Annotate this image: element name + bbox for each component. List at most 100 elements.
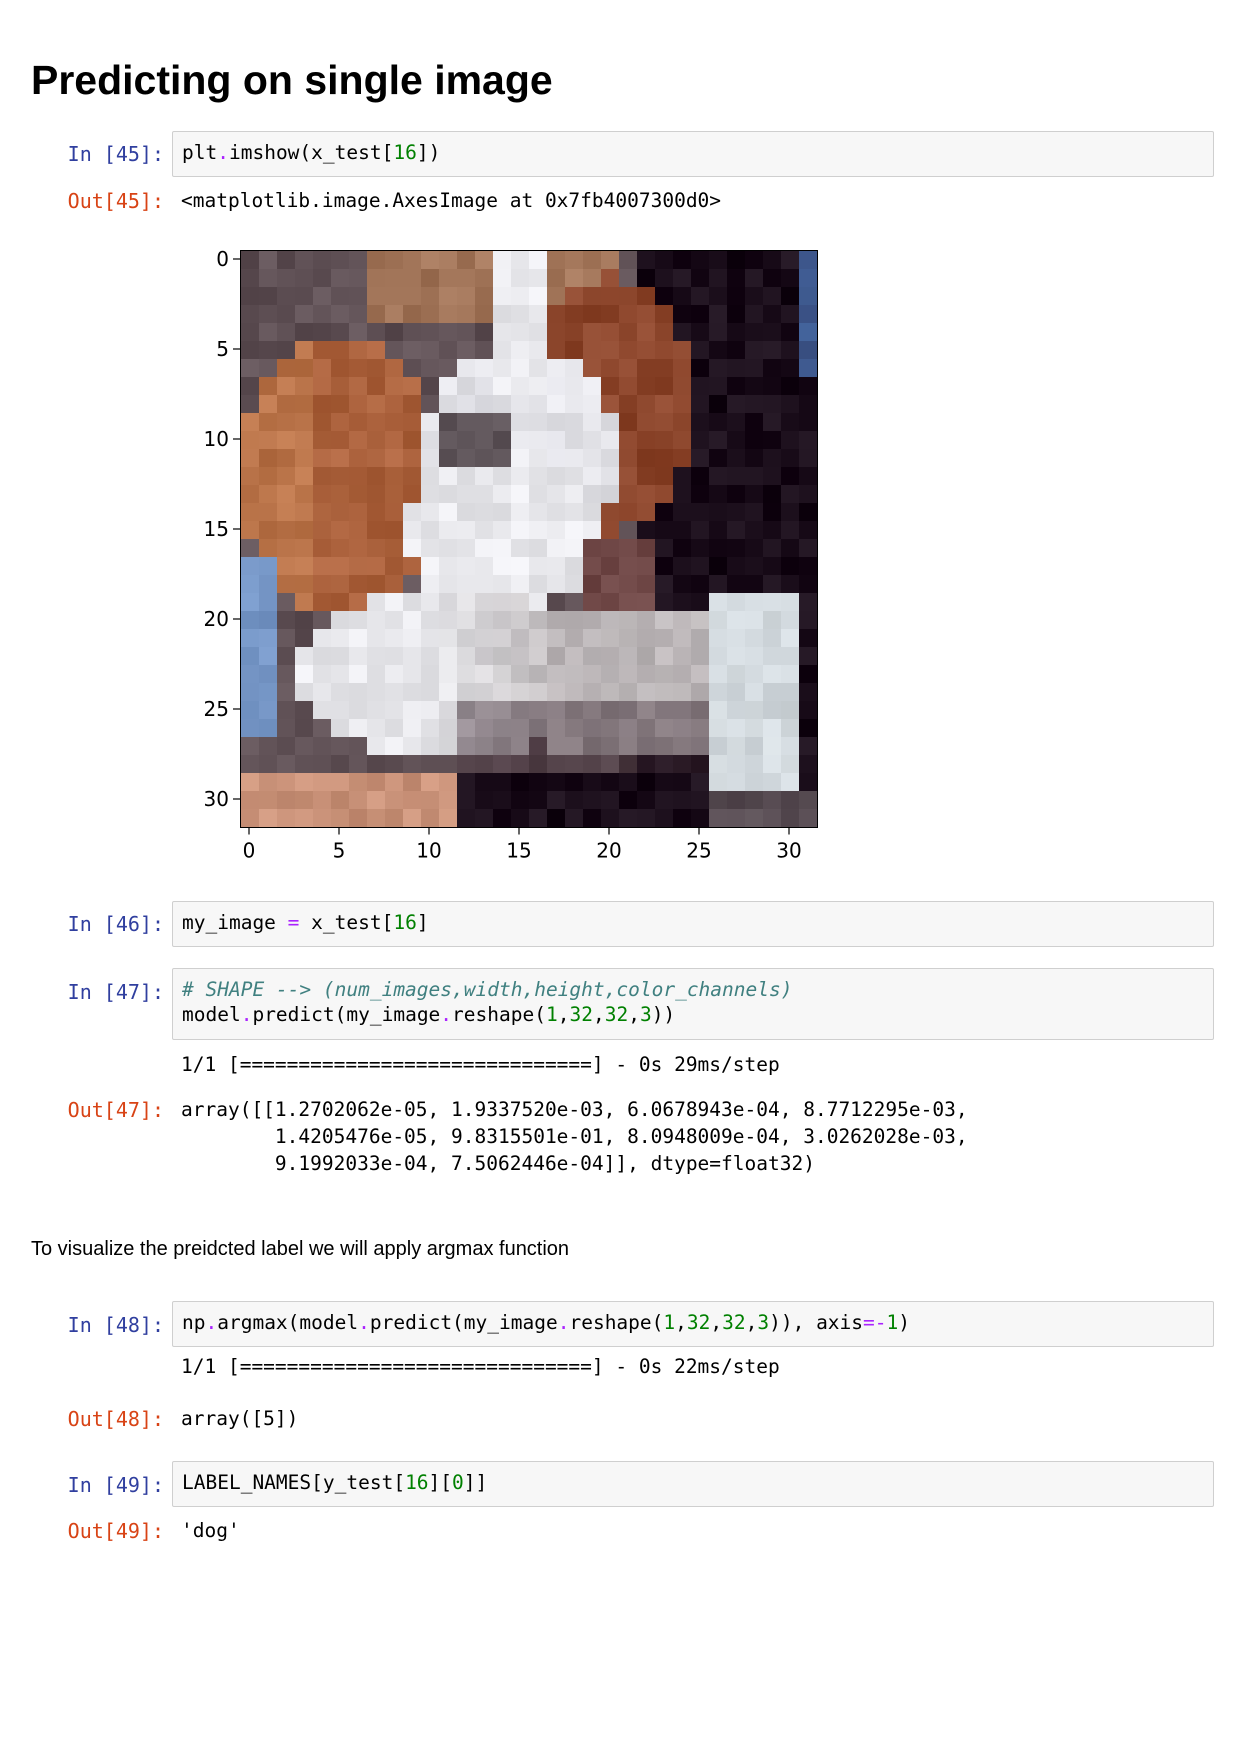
code-cell-45[interactable]: plt.imshow(x_test[16]) [172, 131, 1214, 177]
image-pixel [331, 359, 349, 377]
image-pixel [655, 467, 673, 485]
image-pixel [403, 287, 421, 305]
image-pixel [763, 341, 781, 359]
image-pixel [727, 575, 745, 593]
image-pixel [277, 557, 295, 575]
image-pixel [493, 773, 511, 791]
image-pixel [457, 305, 475, 323]
image-pixel [313, 485, 331, 503]
image-pixel [601, 593, 619, 611]
image-pixel [493, 575, 511, 593]
image-pixel [691, 719, 709, 737]
image-pixel [547, 539, 565, 557]
image-pixel [349, 467, 367, 485]
image-pixel [691, 557, 709, 575]
image-pixel [385, 269, 403, 287]
image-pixel [295, 449, 313, 467]
image-pixel [241, 611, 259, 629]
image-pixel [565, 485, 583, 503]
image-pixel [565, 305, 583, 323]
image-pixel [673, 467, 691, 485]
image-pixel [331, 287, 349, 305]
code-cell-49[interactable]: LABEL_NAMES[y_test[16][0]] [172, 1461, 1214, 1507]
image-pixel [241, 773, 259, 791]
image-pixel [547, 647, 565, 665]
image-pixel [781, 413, 799, 431]
image-pixel [781, 485, 799, 503]
image-pixel [439, 287, 457, 305]
image-pixel [709, 269, 727, 287]
image-pixel [349, 341, 367, 359]
image-pixel [403, 737, 421, 755]
output-text-49: 'dog' [181, 1519, 240, 1542]
image-pixel [565, 575, 583, 593]
input-prompt-45: In [45]: [67, 142, 164, 166]
image-pixel [799, 323, 817, 341]
image-pixel [655, 251, 673, 269]
image-pixel [457, 665, 475, 683]
image-pixel [439, 305, 457, 323]
image-pixel [439, 719, 457, 737]
image-pixel [421, 503, 439, 521]
image-pixel [475, 755, 493, 773]
image-pixel [241, 791, 259, 809]
image-pixel [601, 521, 619, 539]
image-pixel [673, 377, 691, 395]
image-pixel [313, 521, 331, 539]
image-pixel [367, 359, 385, 377]
image-pixel [295, 719, 313, 737]
image-pixel [565, 611, 583, 629]
image-pixel [619, 521, 637, 539]
image-pixel [475, 539, 493, 557]
image-pixel [403, 665, 421, 683]
image-pixel [385, 341, 403, 359]
image-pixel [727, 647, 745, 665]
image-pixel [277, 539, 295, 557]
image-pixel [241, 701, 259, 719]
image-pixel [601, 503, 619, 521]
image-pixel [673, 683, 691, 701]
image-pixel [565, 377, 583, 395]
image-pixel [529, 305, 547, 323]
code-cell-46[interactable]: my_image = x_test[16] [172, 901, 1214, 947]
image-pixel [439, 791, 457, 809]
image-pixel [313, 341, 331, 359]
image-pixel [601, 629, 619, 647]
image-pixel [529, 269, 547, 287]
image-pixel [583, 287, 601, 305]
image-pixel [511, 269, 529, 287]
image-pixel [367, 593, 385, 611]
image-pixel [421, 323, 439, 341]
image-pixel [583, 611, 601, 629]
code-cell-48[interactable]: np.argmax(model.predict(my_image.reshape… [172, 1301, 1214, 1347]
image-pixel [655, 773, 673, 791]
image-pixel [709, 791, 727, 809]
image-pixel [691, 521, 709, 539]
image-pixel [583, 773, 601, 791]
image-pixel [475, 575, 493, 593]
image-pixel [313, 809, 331, 827]
image-pixel [241, 575, 259, 593]
image-pixel [511, 431, 529, 449]
image-pixel [673, 791, 691, 809]
image-pixel [331, 305, 349, 323]
image-pixel [799, 431, 817, 449]
image-pixel [277, 395, 295, 413]
image-pixel [493, 377, 511, 395]
image-pixel [313, 467, 331, 485]
image-pixel [403, 755, 421, 773]
image-pixel [349, 377, 367, 395]
image-pixel [745, 575, 763, 593]
image-pixel [547, 305, 565, 323]
image-pixel [331, 521, 349, 539]
image-pixel [403, 773, 421, 791]
image-pixel [511, 791, 529, 809]
image-pixel [529, 791, 547, 809]
image-pixel [619, 377, 637, 395]
code-cell-47[interactable]: # SHAPE --> (num_images,width,height,col… [172, 968, 1214, 1040]
image-pixel [493, 359, 511, 377]
y-tick-label: 10 [204, 427, 229, 451]
image-pixel [619, 467, 637, 485]
image-pixel [673, 359, 691, 377]
image-pixel [583, 665, 601, 683]
